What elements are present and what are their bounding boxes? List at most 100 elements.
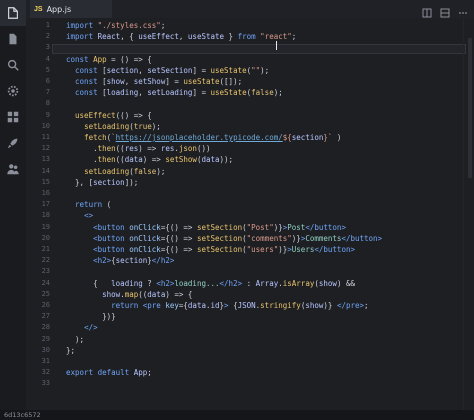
code-token: }: [224, 32, 238, 42]
line-number: 13: [41, 155, 50, 164]
code-line[interactable]: setLoading(true);: [66, 121, 161, 132]
layout-icon[interactable]: [440, 3, 450, 18]
code-line[interactable]: })}: [66, 311, 116, 322]
split-editor-icon[interactable]: [422, 3, 432, 18]
code-token: useState: [210, 65, 247, 75]
code-line[interactable]: <>: [66, 210, 93, 221]
code-token: "comments": [246, 233, 292, 243]
code-line[interactable]: setLoading(false);: [66, 166, 165, 177]
code-token: ((: [138, 289, 148, 299]
code-line[interactable]: .then((data) => setShow(data));: [66, 154, 233, 165]
code-token: setSection: [147, 65, 193, 75]
code-token: loading: [111, 278, 143, 288]
code-token: ] =: [192, 88, 211, 98]
code-line[interactable]: <button onClick={() => setSection("users…: [66, 244, 355, 255]
users-icon[interactable]: [0, 156, 26, 182]
code-line[interactable]: import "./styles.css";: [66, 20, 165, 31]
code-line[interactable]: return <pre key={data.id}> {JSON.stringi…: [66, 300, 369, 311]
file-icon[interactable]: [0, 26, 26, 52]
code-token: https://jsonplaceholder.typicode.com/: [115, 133, 283, 142]
scrollbar-thumb[interactable]: [468, 38, 472, 178]
line-number: 1: [45, 21, 50, 29]
line-number: 33: [41, 379, 50, 388]
code-line[interactable]: return (: [66, 199, 111, 210]
code-token: data: [201, 155, 220, 165]
line-number: 32: [41, 368, 50, 377]
line-number: 20: [41, 233, 50, 242]
tab-app-js[interactable]: JS App.js: [30, 0, 112, 18]
code-line[interactable]: const [loading, setLoading] = useState(f…: [66, 87, 283, 98]
code-token: const: [75, 65, 103, 75]
code-token: ?: [142, 278, 157, 288]
rocket-icon[interactable]: [0, 130, 26, 156]
code-token: ,: [138, 65, 148, 75]
code-line[interactable]: const [show, setShow] = useState([]);: [66, 76, 242, 87]
code-line[interactable]: export default App;: [66, 367, 152, 378]
code-token: <>: [84, 211, 94, 221]
code-token: fetch: [84, 133, 107, 142]
code-line[interactable]: <h2>{section}</h2>: [66, 255, 174, 266]
code-line[interactable]: };: [66, 345, 75, 356]
code-line[interactable]: );: [66, 334, 84, 345]
code-token: ) &&: [336, 278, 355, 288]
line-number: 17: [41, 200, 50, 209]
line-number: 14: [41, 166, 50, 175]
code-token: loading...: [174, 278, 220, 288]
line-number: 18: [41, 211, 50, 220]
code-token: ,: [124, 77, 134, 86]
code-line[interactable]: fetch(`https://jsonplaceholder.typicode.…: [66, 132, 341, 143]
line-number: 2: [45, 32, 50, 41]
code-line[interactable]: useEffect(() => {: [66, 110, 152, 121]
code-token: show: [102, 289, 121, 299]
line-number: 6: [45, 77, 50, 85]
code-token: }, [: [66, 177, 94, 187]
code-line[interactable]: const App = () => {: [66, 54, 152, 65]
search-icon[interactable]: [0, 52, 26, 78]
extensions-icon[interactable]: [0, 104, 26, 130]
code-token: ;: [160, 21, 166, 30]
code-token: ${: [282, 133, 292, 142]
code-line[interactable]: show.map((data) => {: [66, 289, 192, 300]
code-token: "users": [246, 245, 279, 254]
code-line[interactable]: </>: [66, 322, 98, 333]
code-token: ={: [178, 301, 188, 310]
gear-icon[interactable]: [0, 78, 26, 104]
code-area[interactable]: import "./styles.css"; import React, { us…: [66, 18, 464, 410]
code-token: "Post": [246, 222, 274, 232]
editor-pane[interactable]: 1 2 3 4 5 6 7 8 9 10 11 12 13 14 15 16 17 18 19 20 21 22 23 24 2…: [26, 18, 474, 410]
code-line[interactable]: }, [section]);: [66, 177, 138, 188]
tab-label: App.js: [46, 4, 72, 14]
code-line[interactable]: .then((res) => res.json()): [66, 143, 210, 154]
code-token: setLoading: [84, 121, 130, 131]
code-token: .: [66, 155, 98, 165]
line-number: 24: [41, 278, 50, 287]
more-icon[interactable]: [458, 3, 468, 14]
code-token: useState: [210, 88, 247, 98]
code-line[interactable]: { loading ? <h2>loading...</h2> : Array.…: [66, 278, 355, 289]
code-token: section: [106, 65, 139, 75]
line-number: 21: [41, 245, 50, 253]
code-token: json: [178, 144, 197, 154]
code-token: ;: [147, 368, 152, 378]
status-bar: 6d13c6572: [0, 410, 474, 420]
code-token: useState: [187, 32, 225, 42]
code-line[interactable]: const [section, setSection] = useState("…: [66, 65, 269, 76]
code-line[interactable]: <button onClick={() => setSection("Post"…: [66, 222, 346, 233]
code-line[interactable]: import React, { useEffect, useState } fr…: [66, 31, 296, 42]
code-token: section: [291, 133, 324, 142]
code-token: import: [66, 21, 98, 30]
code-line[interactable]: <button onClick={() => setSection("comme…: [66, 233, 382, 244]
vertical-scrollbar[interactable]: [466, 18, 474, 410]
code-token: (() => {: [115, 110, 152, 120]
files-icon[interactable]: [0, 0, 26, 26]
code-token: </pre>: [336, 301, 365, 310]
code-token: ] =: [165, 77, 184, 86]
code-token: ;: [364, 301, 369, 310]
code-token: id: [210, 301, 220, 310]
code-token: = () => {: [106, 54, 152, 64]
